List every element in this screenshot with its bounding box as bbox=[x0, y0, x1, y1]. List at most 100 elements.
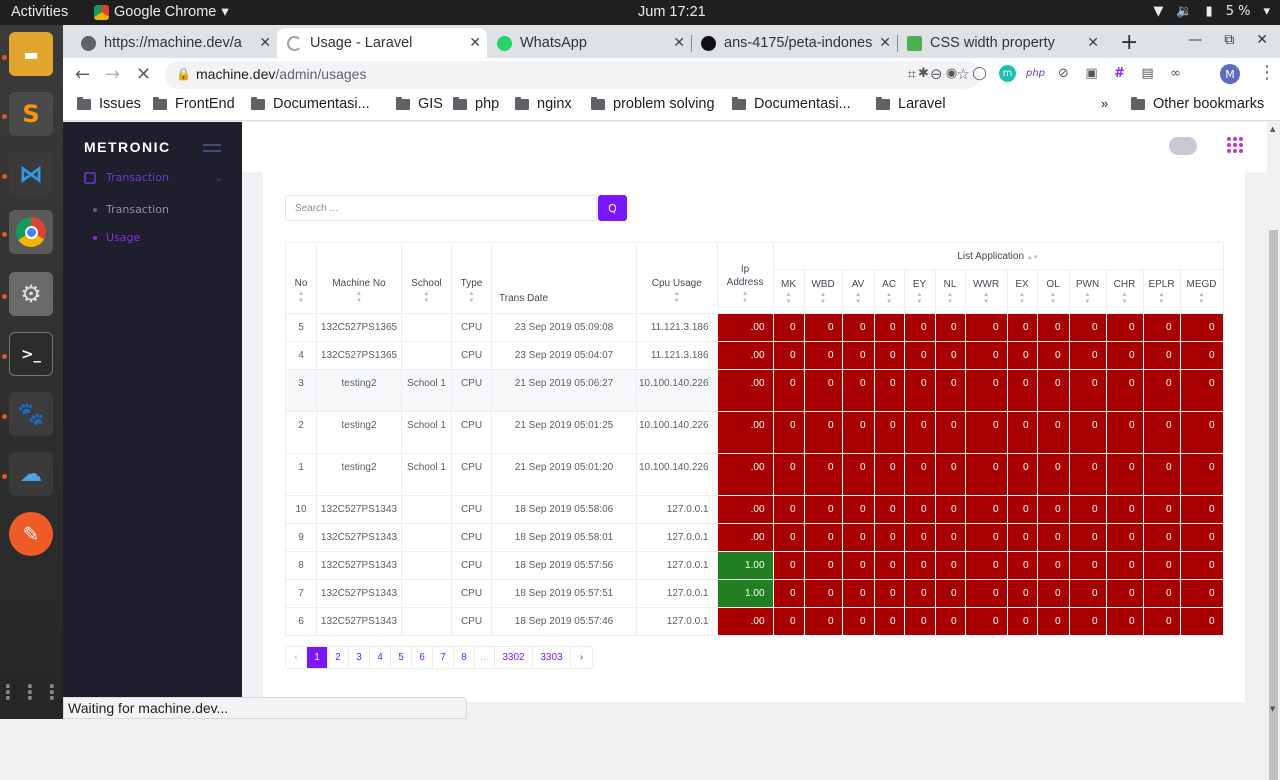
col-machine-no[interactable]: Machine No ▲ ▼ bbox=[316, 242, 402, 314]
vscode-icon[interactable]: ⋈ bbox=[9, 152, 53, 196]
stop-loading-icon[interactable]: ✕ bbox=[136, 64, 151, 85]
app-menu[interactable]: Google Chrome ▾ bbox=[94, 4, 229, 20]
bookmark-item[interactable]: Issues bbox=[77, 96, 141, 112]
bookmark-item[interactable]: nginx bbox=[515, 96, 572, 112]
php-extension-icon[interactable]: php bbox=[1026, 65, 1045, 82]
image-extension-icon[interactable]: ▣ bbox=[1083, 65, 1100, 82]
menu-transaction[interactable]: Transaction ⌄ bbox=[84, 171, 223, 184]
settings-gear-icon[interactable]: ⚙ bbox=[9, 272, 53, 316]
lock-icon[interactable]: 🔒 bbox=[176, 67, 191, 81]
more-bookmarks-icon[interactable]: » bbox=[1101, 96, 1108, 111]
tab-github[interactable]: ans-4175/peta-indones ✕ bbox=[691, 28, 898, 58]
col-ip-address[interactable]: Ip Address ▲ ▼ bbox=[716, 242, 774, 314]
table-row[interactable]: 10 132C527PS1343 CPU 18 Sep 2019 05:58:06 12… bbox=[285, 495, 1224, 524]
sidebar-item-usage[interactable]: Usage bbox=[93, 231, 140, 244]
chrome-menu-icon[interactable]: ⋮ bbox=[1258, 62, 1276, 83]
scroll-down-icon[interactable]: ▼ bbox=[1270, 705, 1275, 713]
search-button[interactable]: Q bbox=[598, 195, 627, 221]
back-arrow-icon[interactable]: ← bbox=[75, 64, 90, 85]
address-bar[interactable]: 🔒 machine.dev/admin/usages ⌗ ⊖ ☆ bbox=[165, 61, 980, 89]
cloud-monitor-icon[interactable]: ☁ bbox=[9, 452, 53, 496]
col-app-eplr[interactable]: EPLR ▲ ▼ bbox=[1142, 269, 1181, 314]
col-cpu-usage[interactable]: Cpu Usage ▲ ▼ bbox=[636, 242, 718, 314]
table-row[interactable]: 1 testing2 School 1 CPU 21 Sep 2019 05:01:20… bbox=[285, 453, 1224, 496]
page-link[interactable]: 7 bbox=[433, 647, 454, 668]
col-app-chr[interactable]: CHR ▲ ▼ bbox=[1105, 269, 1144, 314]
prev-page-icon[interactable]: ‹ bbox=[286, 647, 307, 668]
col-app-av[interactable]: AV ▲ ▼ bbox=[841, 269, 875, 314]
terminal-icon[interactable]: >_ bbox=[9, 332, 53, 376]
col-app-megd[interactable]: MEGD ▲ ▼ bbox=[1179, 269, 1224, 314]
tab-whatsapp[interactable]: WhatsApp ✕ bbox=[487, 28, 692, 58]
circle-extension-icon[interactable]: ◯ bbox=[971, 65, 988, 82]
note-extension-icon[interactable]: ▤ bbox=[1139, 65, 1156, 82]
bookmark-item[interactable]: GIS bbox=[396, 96, 443, 112]
col-app-mk[interactable]: MK ▲ ▼ bbox=[772, 269, 805, 314]
files-icon[interactable]: ▬ bbox=[9, 32, 53, 76]
table-row[interactable]: 4 132C527PS1365 CPU 23 Sep 2019 05:04:07 11.… bbox=[285, 341, 1224, 370]
col-no[interactable]: No ▲ ▼ bbox=[285, 242, 317, 314]
postman-icon[interactable]: ✎ bbox=[9, 512, 53, 556]
page-link[interactable]: 4 bbox=[370, 647, 391, 668]
table-row[interactable]: 8 132C527PS1343 CPU 18 Sep 2019 05:57:56 127… bbox=[285, 551, 1224, 580]
col-school[interactable]: School ▲ ▼ bbox=[401, 242, 452, 314]
scrollbar-thumb[interactable] bbox=[1269, 230, 1278, 780]
profile-avatar[interactable]: M bbox=[1220, 64, 1240, 84]
table-row[interactable]: 6 132C527PS1343 CPU 18 Sep 2019 05:57:46 127… bbox=[285, 607, 1224, 636]
page-link[interactable]: 1 bbox=[307, 647, 328, 668]
pin-extension-icon[interactable]: ⊘ bbox=[1055, 65, 1072, 82]
col-list-application[interactable]: List Application ▲▼ bbox=[772, 242, 1224, 270]
new-tab-icon[interactable]: + bbox=[1120, 30, 1138, 55]
page-link[interactable]: 3303 bbox=[533, 647, 571, 668]
link-extension-icon[interactable]: ∞ bbox=[1167, 65, 1184, 82]
bookmark-item[interactable]: php bbox=[453, 96, 499, 112]
col-trans-date[interactable]: Trans Date bbox=[491, 242, 637, 314]
bookmark-item[interactable]: Documentasi... bbox=[251, 96, 370, 112]
close-tab-icon[interactable]: ✕ bbox=[879, 34, 891, 51]
brand-logo[interactable]: METRONIC bbox=[84, 139, 171, 155]
page-link[interactable]: ... bbox=[475, 647, 495, 668]
table-row[interactable]: 5 132C527PS1365 CPU 23 Sep 2019 05:09:08 11.… bbox=[285, 313, 1224, 342]
sidebar-toggle-icon[interactable] bbox=[203, 144, 221, 156]
close-tab-icon[interactable]: ✕ bbox=[1087, 34, 1099, 51]
bookmark-item[interactable]: problem solving bbox=[591, 96, 715, 112]
bookmark-item[interactable]: Laravel bbox=[876, 96, 946, 112]
col-app-nl[interactable]: NL ▲ ▼ bbox=[934, 269, 966, 314]
owl-extension-icon[interactable]: ◉ bbox=[943, 65, 960, 82]
user-avatar-icon[interactable] bbox=[1169, 137, 1197, 155]
clock[interactable]: Jum 17:21 bbox=[638, 4, 706, 20]
close-window-icon[interactable]: ✕ bbox=[1256, 32, 1268, 48]
table-row[interactable]: 7 132C527PS1343 CPU 18 Sep 2019 05:57:51 127… bbox=[285, 579, 1224, 608]
page-link[interactable]: 5 bbox=[391, 647, 412, 668]
next-page-icon[interactable]: › bbox=[571, 647, 592, 668]
close-tab-icon[interactable]: ✕ bbox=[259, 34, 271, 51]
col-app-ac[interactable]: AC ▲ ▼ bbox=[873, 269, 905, 314]
col-type[interactable]: Type ▲ ▼ bbox=[451, 242, 492, 314]
tab-machine-dev[interactable]: https://machine.dev/a ✕ bbox=[71, 28, 278, 58]
page-link[interactable]: 3 bbox=[349, 647, 370, 668]
maximize-icon[interactable]: ⧉ bbox=[1224, 32, 1234, 48]
page-link[interactable]: 8 bbox=[454, 647, 475, 668]
forward-arrow-icon[interactable]: → bbox=[105, 64, 120, 85]
close-tab-icon[interactable]: ✕ bbox=[469, 34, 481, 51]
tab-css-width[interactable]: CSS width property ✕ bbox=[897, 28, 1105, 58]
activities-button[interactable]: Activities bbox=[11, 4, 68, 20]
page-scrollbar[interactable]: ▲ ▼ bbox=[1267, 122, 1280, 780]
page-link[interactable]: 2 bbox=[328, 647, 349, 668]
col-app-pwn[interactable]: PWN ▲ ▼ bbox=[1068, 269, 1107, 314]
bug-extension-icon[interactable]: ✱ bbox=[915, 65, 932, 82]
col-app-ey[interactable]: EY ▲ ▼ bbox=[903, 269, 936, 314]
url-text[interactable]: machine.dev/admin/usages bbox=[196, 66, 366, 82]
table-row[interactable]: 9 132C527PS1343 CPU 18 Sep 2019 05:58:01 127… bbox=[285, 523, 1224, 552]
scroll-up-icon[interactable]: ▲ bbox=[1270, 125, 1275, 133]
page-link[interactable]: 3302 bbox=[495, 647, 533, 668]
show-applications-icon[interactable]: ⋮⋮⋮ bbox=[0, 670, 62, 714]
col-app-ol[interactable]: OL ▲ ▼ bbox=[1036, 269, 1070, 314]
col-app-wwr[interactable]: WWR ▲ ▼ bbox=[964, 269, 1008, 314]
hash-extension-icon[interactable]: # bbox=[1111, 65, 1128, 82]
table-row[interactable]: 2 testing2 School 1 CPU 21 Sep 2019 05:01:25… bbox=[285, 411, 1224, 454]
search-input[interactable]: Search ... bbox=[285, 195, 597, 221]
sublime-text-icon[interactable]: S bbox=[9, 92, 53, 136]
m-extension-icon[interactable]: m bbox=[999, 65, 1016, 82]
other-bookmarks[interactable]: Other bookmarks bbox=[1131, 96, 1264, 112]
